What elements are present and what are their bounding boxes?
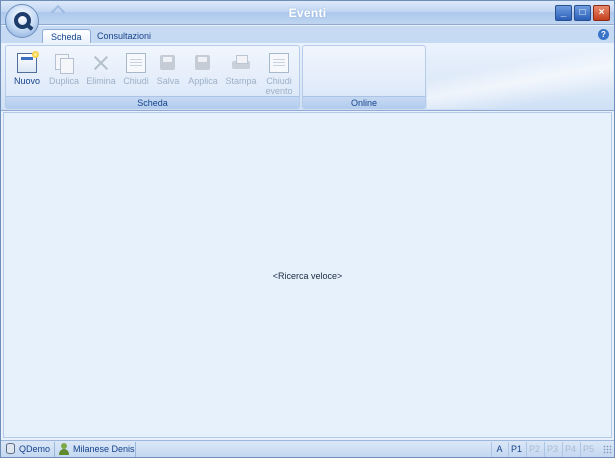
duplica-label: Duplica bbox=[48, 76, 79, 86]
stampa-button[interactable]: Stampa bbox=[223, 50, 259, 98]
ribbon: Nuovo Duplica Elimina Chiudi Salva Appli… bbox=[1, 43, 614, 111]
status-cell-p3[interactable]: P3 bbox=[544, 442, 560, 457]
nuovo-button[interactable]: Nuovo bbox=[9, 50, 45, 98]
main-content-area[interactable]: <Ricerca veloce> bbox=[3, 112, 612, 438]
chiudi-evento-label: Chiudi evento bbox=[265, 76, 293, 96]
resize-grip[interactable] bbox=[603, 445, 612, 454]
tab-scheda[interactable]: Scheda bbox=[42, 29, 91, 44]
quick-search-placeholder[interactable]: <Ricerca veloce> bbox=[4, 271, 611, 281]
applica-label: Applica bbox=[188, 76, 218, 86]
ribbon-group-online: Online bbox=[302, 45, 426, 109]
close-button[interactable]: × bbox=[593, 5, 610, 21]
status-bar: QDemo Milanese Denis A P1 P2 P3 P4 P5 bbox=[1, 440, 614, 457]
database-name[interactable]: QDemo bbox=[19, 443, 50, 456]
elimina-label: Elimina bbox=[86, 76, 116, 86]
status-cell-p4[interactable]: P4 bbox=[562, 442, 578, 457]
window-controls: _ □ × bbox=[555, 5, 610, 21]
eventi-window: Eventi _ □ × Scheda Consultazioni ? Nuov… bbox=[0, 0, 615, 458]
close-document-icon bbox=[126, 53, 146, 73]
duplicate-icon bbox=[54, 53, 74, 74]
save-icon bbox=[158, 53, 178, 73]
maximize-button[interactable]: □ bbox=[574, 5, 591, 21]
application-menu-button[interactable] bbox=[5, 4, 39, 38]
status-separator bbox=[54, 442, 55, 457]
print-icon bbox=[231, 53, 251, 73]
status-cell-a[interactable]: A bbox=[491, 442, 507, 457]
ribbon-group-label-scheda: Scheda bbox=[6, 96, 299, 108]
delete-x-icon bbox=[91, 53, 111, 73]
app-logo-icon bbox=[14, 12, 31, 29]
nuovo-label: Nuovo bbox=[13, 76, 40, 86]
help-icon[interactable]: ? bbox=[598, 29, 609, 40]
user-name[interactable]: Milanese Denis bbox=[73, 443, 135, 456]
ribbon-decoration bbox=[427, 45, 613, 109]
stampa-label: Stampa bbox=[225, 76, 257, 86]
ribbon-group-scheda: Nuovo Duplica Elimina Chiudi Salva Appli… bbox=[5, 45, 300, 109]
database-icon bbox=[6, 443, 15, 454]
chiudi-label: Chiudi bbox=[123, 76, 149, 86]
new-document-icon bbox=[17, 51, 39, 73]
ribbon-tab-row: Scheda Consultazioni ? bbox=[1, 26, 614, 44]
salva-button[interactable]: Salva bbox=[150, 50, 186, 98]
ribbon-group-label-online: Online bbox=[303, 96, 425, 108]
minimize-button[interactable]: _ bbox=[555, 5, 572, 21]
apply-icon bbox=[193, 53, 213, 73]
status-cell-p1[interactable]: P1 bbox=[508, 442, 524, 457]
applica-button[interactable]: Applica bbox=[185, 50, 221, 98]
title-bar[interactable]: Eventi _ □ × bbox=[1, 1, 614, 25]
status-separator bbox=[135, 442, 136, 457]
duplica-button[interactable]: Duplica bbox=[46, 50, 82, 98]
user-icon bbox=[59, 443, 69, 455]
status-cell-p5[interactable]: P5 bbox=[580, 442, 596, 457]
salva-label: Salva bbox=[156, 76, 180, 86]
window-title: Eventi bbox=[288, 6, 327, 20]
elimina-button[interactable]: Elimina bbox=[83, 50, 119, 98]
tab-consultazioni[interactable]: Consultazioni bbox=[89, 29, 159, 44]
chiudi-button[interactable]: Chiudi bbox=[118, 50, 154, 98]
chiudi-evento-button[interactable]: Chiudi evento bbox=[261, 50, 297, 98]
status-cell-p2[interactable]: P2 bbox=[526, 442, 542, 457]
close-event-icon bbox=[269, 53, 289, 73]
